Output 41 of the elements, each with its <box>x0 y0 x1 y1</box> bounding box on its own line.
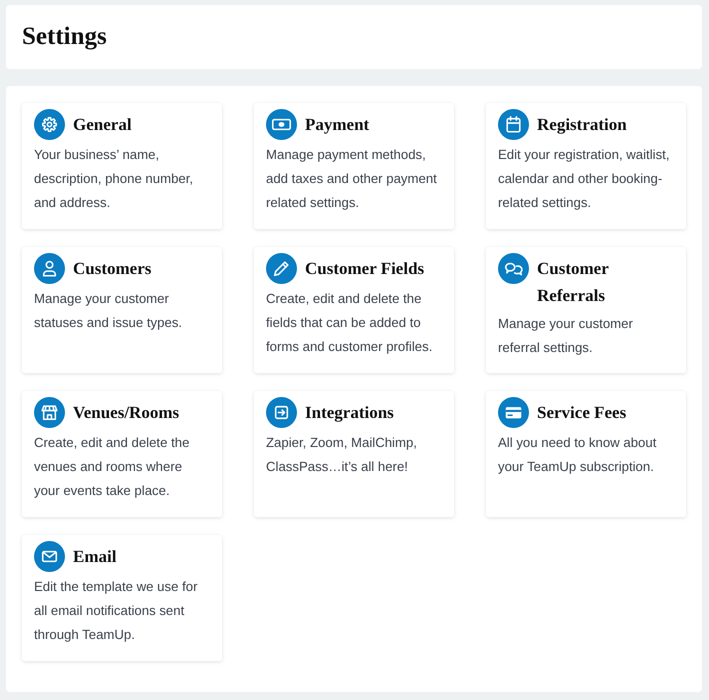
pencil-icon <box>266 253 297 284</box>
calendar-icon <box>498 109 529 140</box>
gear-icon <box>34 109 65 140</box>
credit-card-icon <box>498 397 529 428</box>
card-description: Manage your customer referral settings. <box>498 315 634 357</box>
card-description: Manage your customer statuses and issue types. <box>34 290 184 332</box>
page-title: Settings <box>22 22 107 52</box>
settings-card[interactable]: Integrations Zapier, Zoom, MailChimp, ClassPass…it’s all here! <box>254 391 454 517</box>
arrow-into-box-icon <box>266 397 297 428</box>
chat-bubbles-icon <box>498 253 529 284</box>
card-title: Venues/Rooms <box>73 402 180 424</box>
settings-card[interactable]: Customer Fields Create, edit and delete the fields that can be added to forms and customer profiles. <box>254 247 454 373</box>
settings-card[interactable]: Payment Manage payment methods, add taxes and other payment related settings. <box>254 103 454 229</box>
settings-card[interactable]: Customers Manage your customer statuses and issue types. <box>22 247 222 373</box>
settings-card[interactable]: Customer Referrals Manage your customer referral settings. <box>486 247 686 373</box>
card-title: General <box>73 114 132 136</box>
card-description: Create, edit and delete the venues and rooms where your events take place. <box>34 434 190 500</box>
card-description: Manage payment methods, add taxes and other payment related settings. <box>266 146 438 212</box>
settings-card[interactable]: General Your business’ name, description, phone number, and address. <box>22 103 222 229</box>
card-description: Edit your registration, waitlist, calendar and other booking-related settings. <box>498 146 671 212</box>
settings-card[interactable]: Venues/Rooms Create, edit and delete the venues and rooms where your events take place. <box>22 391 222 517</box>
card-description: Zapier, Zoom, MailChimp, ClassPass…it’s all here! <box>266 434 418 476</box>
card-description: Your business’ name, description, phone number, and address. <box>34 146 194 212</box>
card-title: Service Fees <box>537 402 626 424</box>
card-title: Payment <box>305 114 370 136</box>
storefront-icon <box>34 397 65 428</box>
settings-card[interactable]: Registration Edit your registration, waitlist, calendar and other booking-related settings. <box>486 103 686 229</box>
card-description: Edit the template we use for all email notifications sent through TeamUp. <box>34 578 198 644</box>
card-title: Customers <box>73 258 152 280</box>
card-title: Registration <box>537 114 627 136</box>
card-description: All you need to know about your TeamUp subscription. <box>498 434 658 476</box>
envelope-icon <box>34 541 65 572</box>
user-icon <box>34 253 65 284</box>
card-title: Integrations <box>305 402 394 424</box>
card-title: Email <box>73 546 116 568</box>
settings-card[interactable]: Service Fees All you need to know about your TeamUp subscription. <box>486 391 686 517</box>
settings-card[interactable]: Email Edit the template we use for all email notifications sent through TeamUp. <box>22 535 222 661</box>
banknote-icon <box>266 109 297 140</box>
card-title: Customer Fields <box>305 258 424 280</box>
card-description: Create, edit and delete the fields that can be added to forms and customer profiles. <box>266 290 434 356</box>
card-title: Customer Referrals <box>537 258 610 307</box>
